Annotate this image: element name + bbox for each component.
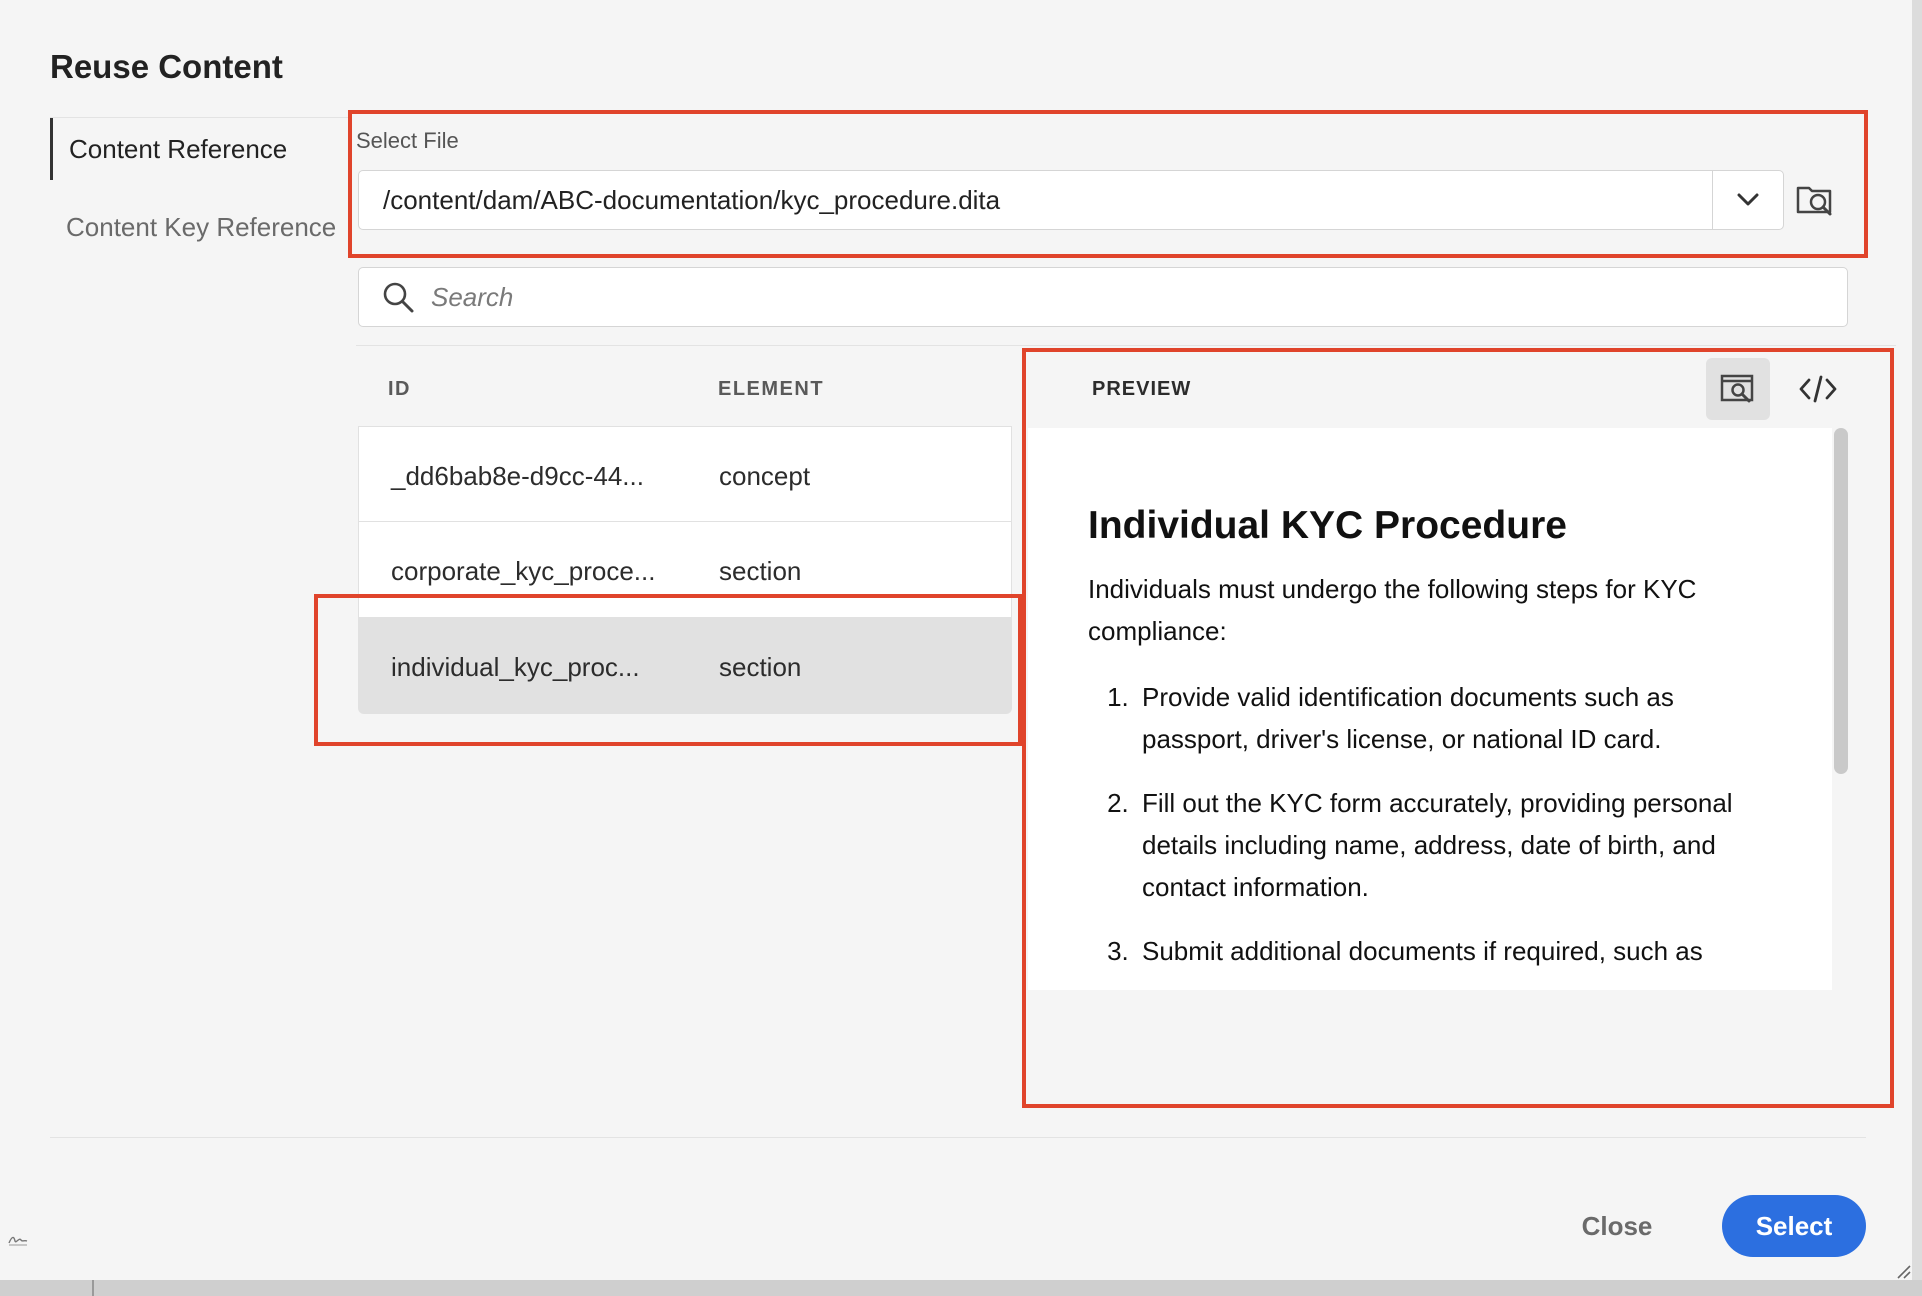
column-header-id[interactable]: ID [388,378,411,401]
window-bottom-edge [0,1280,1922,1296]
nav-item-content-reference[interactable]: Content Reference [50,118,340,180]
row-element: section [719,652,802,682]
content-divider [356,345,1896,346]
table-row[interactable]: corporate_kyc_proce... section [358,522,1012,618]
preview-header: PREVIEW [1092,378,1192,400]
file-dropdown-button[interactable] [1712,171,1783,229]
select-button[interactable]: Select [1722,1195,1866,1257]
select-file-input[interactable] [359,170,1712,230]
preview-pane: Individual KYC Procedure Individuals mus… [1028,428,1832,990]
close-button[interactable]: Close [1560,1196,1674,1256]
row-id: _dd6bab8e-d9cc-44... [391,461,644,491]
preview-steps: Provide valid identification documents s… [1088,676,1778,972]
preview-step: Fill out the KYC form accurately, provid… [1136,782,1778,908]
preview-view-button[interactable] [1706,358,1770,420]
preview-icon [1720,374,1754,403]
preview-step: Submit additional documents if required,… [1136,930,1778,972]
select-file-combobox [358,170,1784,230]
edge-tick [92,1280,94,1296]
elements-table: _dd6bab8e-d9cc-44... concept corporate_k… [358,426,1012,714]
source-view-button[interactable] [1786,358,1850,420]
table-row[interactable]: _dd6bab8e-d9cc-44... concept [358,426,1012,522]
search-input[interactable] [415,267,1847,327]
row-element: section [719,556,802,586]
preview-scrollbar[interactable] [1834,428,1848,774]
row-element: concept [719,461,811,491]
footer-divider [50,1137,1866,1138]
search-icon [383,282,414,313]
resize-grip-icon[interactable] [1892,1260,1912,1280]
select-file-label: Select File [356,128,459,153]
row-id: individual_kyc_proc... [391,652,640,682]
column-header-element[interactable]: ELEMENT [718,378,824,401]
code-icon [1799,375,1837,403]
dialog-title: Reuse Content [50,48,283,85]
search-field [358,267,1848,327]
row-id: corporate_kyc_proce... [391,556,656,586]
preview-content: Individual KYC Procedure Individuals mus… [1088,504,1778,990]
folder-search-icon [1796,186,1832,216]
browse-file-button[interactable] [1790,175,1840,225]
table-row-selected[interactable]: individual_kyc_proc... section [358,618,1012,714]
preview-step: Provide valid identification documents s… [1136,676,1778,760]
reuse-content-dialog: Reuse Content Content Reference Content … [0,0,1912,1280]
preview-intro: Individuals must undergo the following s… [1088,574,1697,646]
chevron-down-icon [1737,193,1759,206]
preview-title: Individual KYC Procedure [1088,504,1567,547]
nav-item-content-key-reference[interactable]: Content Key Reference [50,196,340,258]
signature-icon [8,1236,28,1246]
